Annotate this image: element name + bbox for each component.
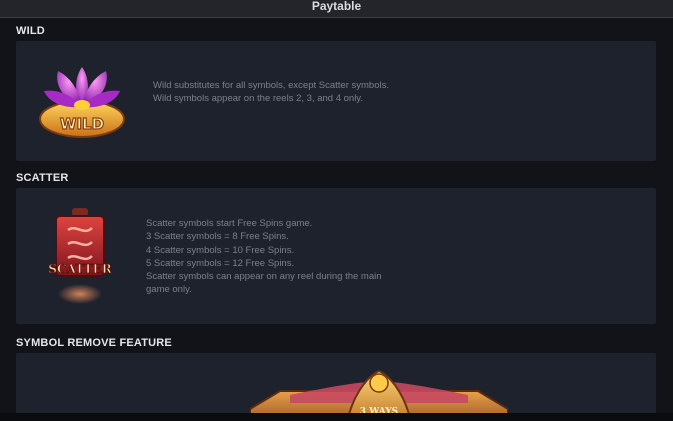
wild-section-title: WILD <box>16 25 45 37</box>
lotus-wild-icon: WILD <box>36 61 128 141</box>
scatter-line-5: Scatter symbols can appear on any reel d… <box>146 271 382 283</box>
scatter-line-6: game only. <box>146 284 192 296</box>
bottom-edge <box>0 413 673 421</box>
wild-panel: WILD Wild substitutes for all symbols, e… <box>16 41 656 161</box>
scatter-line-4: 5 Scatter symbols = 12 Free Spins. <box>146 257 295 269</box>
lantern-scatter-icon: SCATTER <box>42 206 118 306</box>
scatter-description: Scatter symbols start Free Spins game. 3… <box>146 217 382 297</box>
scatter-panel: SCATTER Scatter symbols start Free Spins… <box>16 188 656 324</box>
wild-description: Wild substitutes for all symbols, except… <box>153 79 389 106</box>
paytable-title: Paytable <box>311 0 362 13</box>
scatter-line-2: 3 Scatter symbols = 8 Free Spins. <box>146 231 289 243</box>
scatter-line-1: Scatter symbols start Free Spins game. <box>146 218 313 229</box>
symbol-remove-panel: 3 WAYS <box>16 353 656 421</box>
scatter-line-3: 4 Scatter symbols = 10 Free Spins. <box>146 244 295 256</box>
wild-icon-text: WILD <box>60 115 104 133</box>
scatter-icon-text: SCATTER <box>48 262 112 276</box>
symbol-remove-section-title: SYMBOL REMOVE FEATURE <box>16 337 172 349</box>
paytable-header: Paytable <box>0 0 673 18</box>
scatter-section-title: SCATTER <box>16 172 69 184</box>
wild-line-2: Wild symbols appear on the reels 2, 3, a… <box>153 93 363 105</box>
wild-line-1: Wild substitutes for all symbols, except… <box>153 80 389 91</box>
